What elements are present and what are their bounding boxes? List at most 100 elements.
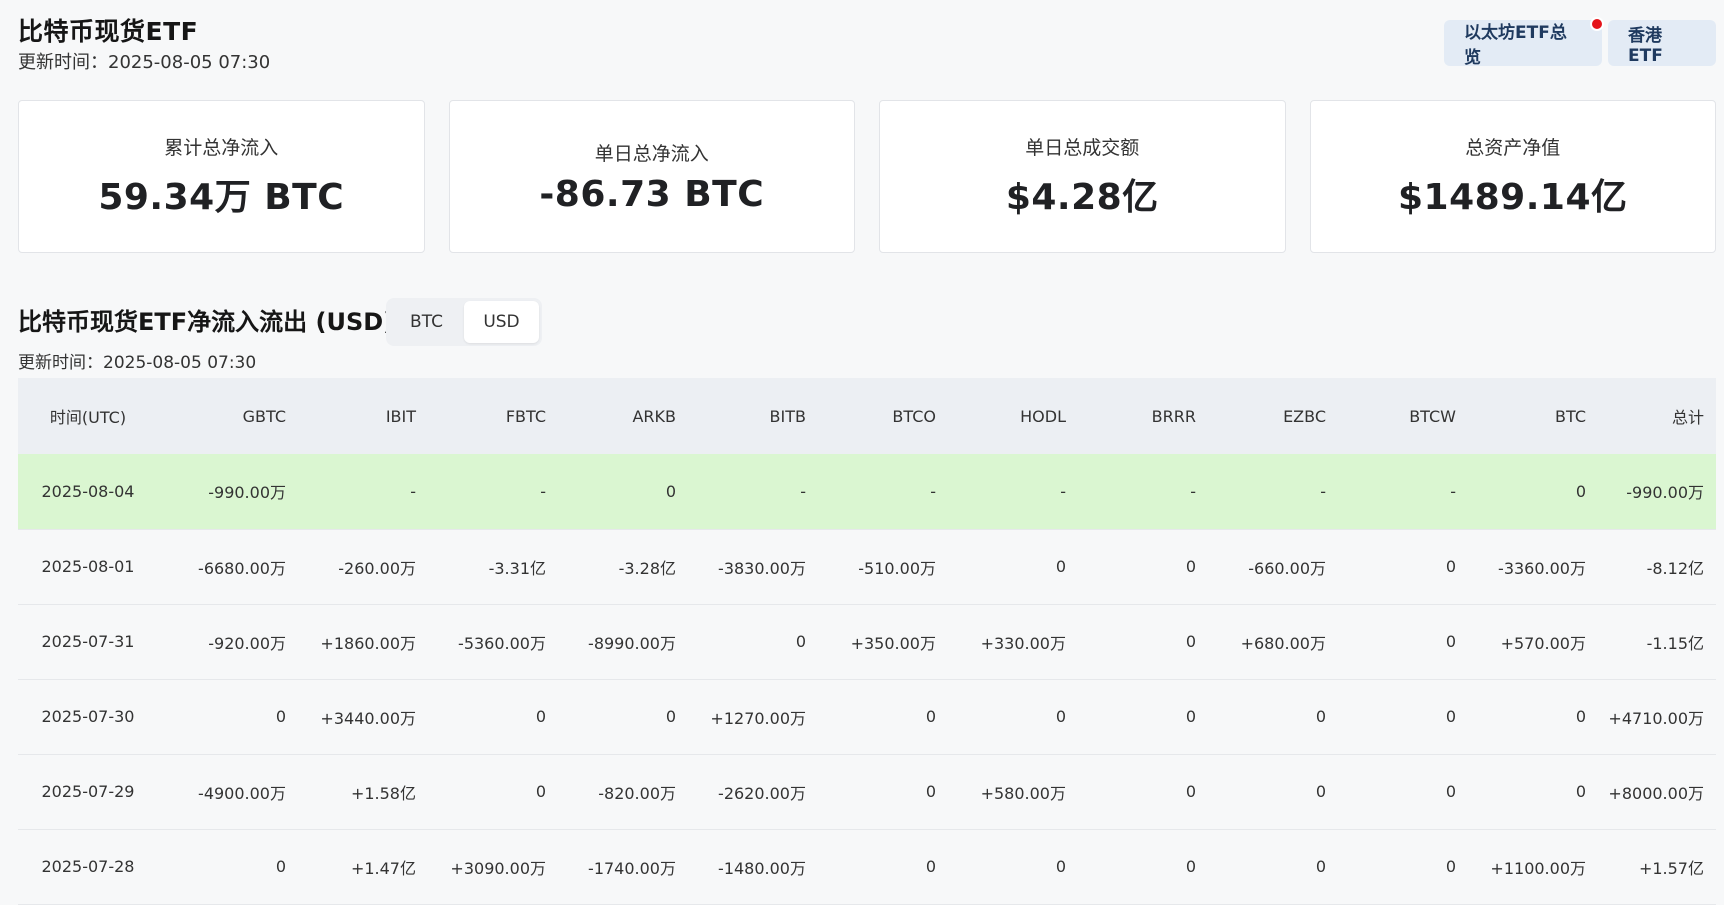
flow-cell: 0 (1078, 679, 1208, 755)
column-header[interactable]: BTCO (818, 378, 948, 454)
flow-cell: -1.15亿 (1598, 604, 1716, 680)
flow-cell: 0 (1208, 754, 1338, 830)
flow-cell: 0 (948, 679, 1078, 755)
column-header[interactable]: GBTC (158, 378, 298, 454)
flow-cell: 0 (1208, 679, 1338, 755)
flow-cell: +4710.00万 (1598, 679, 1716, 755)
flow-cell: -8990.00万 (558, 604, 688, 680)
flow-cell: 0 (1468, 679, 1598, 755)
flow-cell: 0 (818, 754, 948, 830)
flow-table: 时间(UTC) GBTC IBIT FBTC ARKB BITB BTCO HO… (18, 378, 1716, 905)
stat-card-net-assets: 总资产净值 $1489.14亿 (1309, 100, 1716, 253)
column-header[interactable]: HODL (948, 378, 1078, 454)
flow-cell: 0 (818, 679, 948, 755)
stat-value: $1489.14亿 (1397, 177, 1628, 218)
unit-toggle: BTC USD (386, 298, 542, 346)
flow-cell: 0 (428, 754, 558, 830)
flow-cell: -660.00万 (1208, 529, 1338, 605)
table-header-row: 时间(UTC) GBTC IBIT FBTC ARKB BITB BTCO HO… (18, 378, 1716, 454)
flow-cell: -6680.00万 (158, 529, 298, 605)
stat-label: 总资产净值 (1465, 137, 1561, 159)
flow-cell: 0 (158, 829, 298, 905)
toggle-btc[interactable]: BTC (389, 301, 464, 343)
flow-cell: +1.47亿 (298, 829, 428, 905)
notification-dot (1590, 17, 1604, 31)
table-body: 2025-08-04 -990.00万 - -0- - - - - -0 -990.00万 2025… (18, 454, 1716, 905)
flow-cell: -920.00万 (158, 604, 298, 680)
stat-card-cumulative-inflow: 累计总净流入 59.34万 BTC (18, 100, 425, 253)
flow-cell: 0 (1468, 454, 1598, 530)
column-header[interactable]: 总计 (1598, 378, 1716, 454)
flow-cell: -260.00万 (298, 529, 428, 605)
stat-value: $4.28亿 (1005, 177, 1159, 218)
section-title: 比特币现货ETF净流入流出 (USD) (18, 308, 395, 336)
table-row: 2025-07-28 0 +1.47亿 +3090.00万 -1740.00万 -1480… (18, 829, 1716, 905)
top-buttons: 以太坊ETF总览 香港 ETF (1444, 17, 1716, 68)
flow-cell: - (1078, 454, 1208, 530)
flow-cell: - (948, 454, 1078, 530)
column-header[interactable]: EZBC (1208, 378, 1338, 454)
column-header[interactable]: BRRR (1078, 378, 1208, 454)
flow-cell: - (818, 454, 948, 530)
flow-cell: -3830.00万 (688, 529, 818, 605)
flow-cell: 0 (948, 529, 1078, 605)
flow-cell: 0 (1338, 754, 1468, 830)
table-row: 2025-07-30 0 +3440.00万 0 0 +1270.00万 0 0 0 0 0 0 +47… (18, 679, 1716, 755)
date-cell: 2025-07-31 (18, 604, 158, 680)
column-header[interactable]: ARKB (558, 378, 688, 454)
flow-cell: +3090.00万 (428, 829, 558, 905)
flow-cell: -4900.00万 (158, 754, 298, 830)
flow-cell: -2620.00万 (688, 754, 818, 830)
flow-cell: +1270.00万 (688, 679, 818, 755)
flow-cell: - (688, 454, 818, 530)
flow-cell: +3440.00万 (298, 679, 428, 755)
flow-cell: 0 (1078, 529, 1208, 605)
column-header[interactable]: BTCW (1338, 378, 1468, 454)
stat-label: 单日总净流入 (594, 142, 709, 165)
flow-cell: +1.58亿 (298, 754, 428, 830)
column-header[interactable]: 时间(UTC) (18, 378, 158, 454)
flow-cell: 0 (1338, 604, 1468, 680)
flow-cell: - (1208, 454, 1338, 530)
page-title: 比特币现货ETF (18, 17, 199, 46)
flow-cell: -5360.00万 (428, 604, 558, 680)
flow-cell: 0 (428, 679, 558, 755)
column-header[interactable]: BITB (688, 378, 818, 454)
flow-cell: -990.00万 (1598, 454, 1716, 530)
stat-value: -86.73 BTC (539, 173, 765, 215)
flow-cell: -3.28亿 (558, 529, 688, 605)
flow-cell: -3.31亿 (428, 529, 558, 605)
flow-cell: -820.00万 (558, 754, 688, 830)
flow-cell: 0 (1338, 529, 1468, 605)
table-row: 2025-07-29 -4900.00万 +1.58亿 0 -820.00万 -2620.… (18, 754, 1716, 830)
flow-cell: +680.00万 (1208, 604, 1338, 680)
flow-cell: -8.12亿 (1598, 529, 1716, 605)
column-header[interactable]: IBIT (298, 378, 428, 454)
flow-cell: 0 (818, 829, 948, 905)
stat-value: 59.34万 BTC (98, 177, 345, 218)
flow-cell: - (298, 454, 428, 530)
hk-etf-label: 香港 ETF (1628, 25, 1663, 66)
flow-cell: -1740.00万 (558, 829, 688, 905)
flow-cell: 0 (1338, 679, 1468, 755)
section-update-time: 更新时间：2025-08-05 07:30 (18, 353, 257, 373)
column-header[interactable]: BTC (1468, 378, 1598, 454)
flow-cell: +580.00万 (948, 754, 1078, 830)
date-cell: 2025-07-30 (18, 679, 158, 755)
flow-cell: 0 (1468, 754, 1598, 830)
eth-etf-overview-button[interactable]: 以太坊ETF总览 (1444, 17, 1604, 68)
stat-label: 累计总净流入 (164, 137, 279, 159)
hk-etf-button[interactable]: 香港 ETF (1608, 20, 1716, 66)
column-header[interactable]: FBTC (428, 378, 558, 454)
flow-cell: +8000.00万 (1598, 754, 1716, 830)
eth-etf-overview-label: 以太坊ETF总览 (1464, 23, 1567, 68)
flow-cell: +1100.00万 (1468, 829, 1598, 905)
flow-cell: +350.00万 (818, 604, 948, 680)
date-cell: 2025-08-04 (18, 454, 158, 530)
flow-cell: 0 (948, 829, 1078, 905)
date-cell: 2025-07-28 (18, 829, 158, 905)
toggle-usd[interactable]: USD (464, 301, 539, 343)
table-row: 2025-08-04 -990.00万 - -0- - - - - -0 -990.00万 (18, 454, 1716, 530)
flow-cell: 0 (1208, 829, 1338, 905)
date-cell: 2025-08-01 (18, 529, 158, 605)
